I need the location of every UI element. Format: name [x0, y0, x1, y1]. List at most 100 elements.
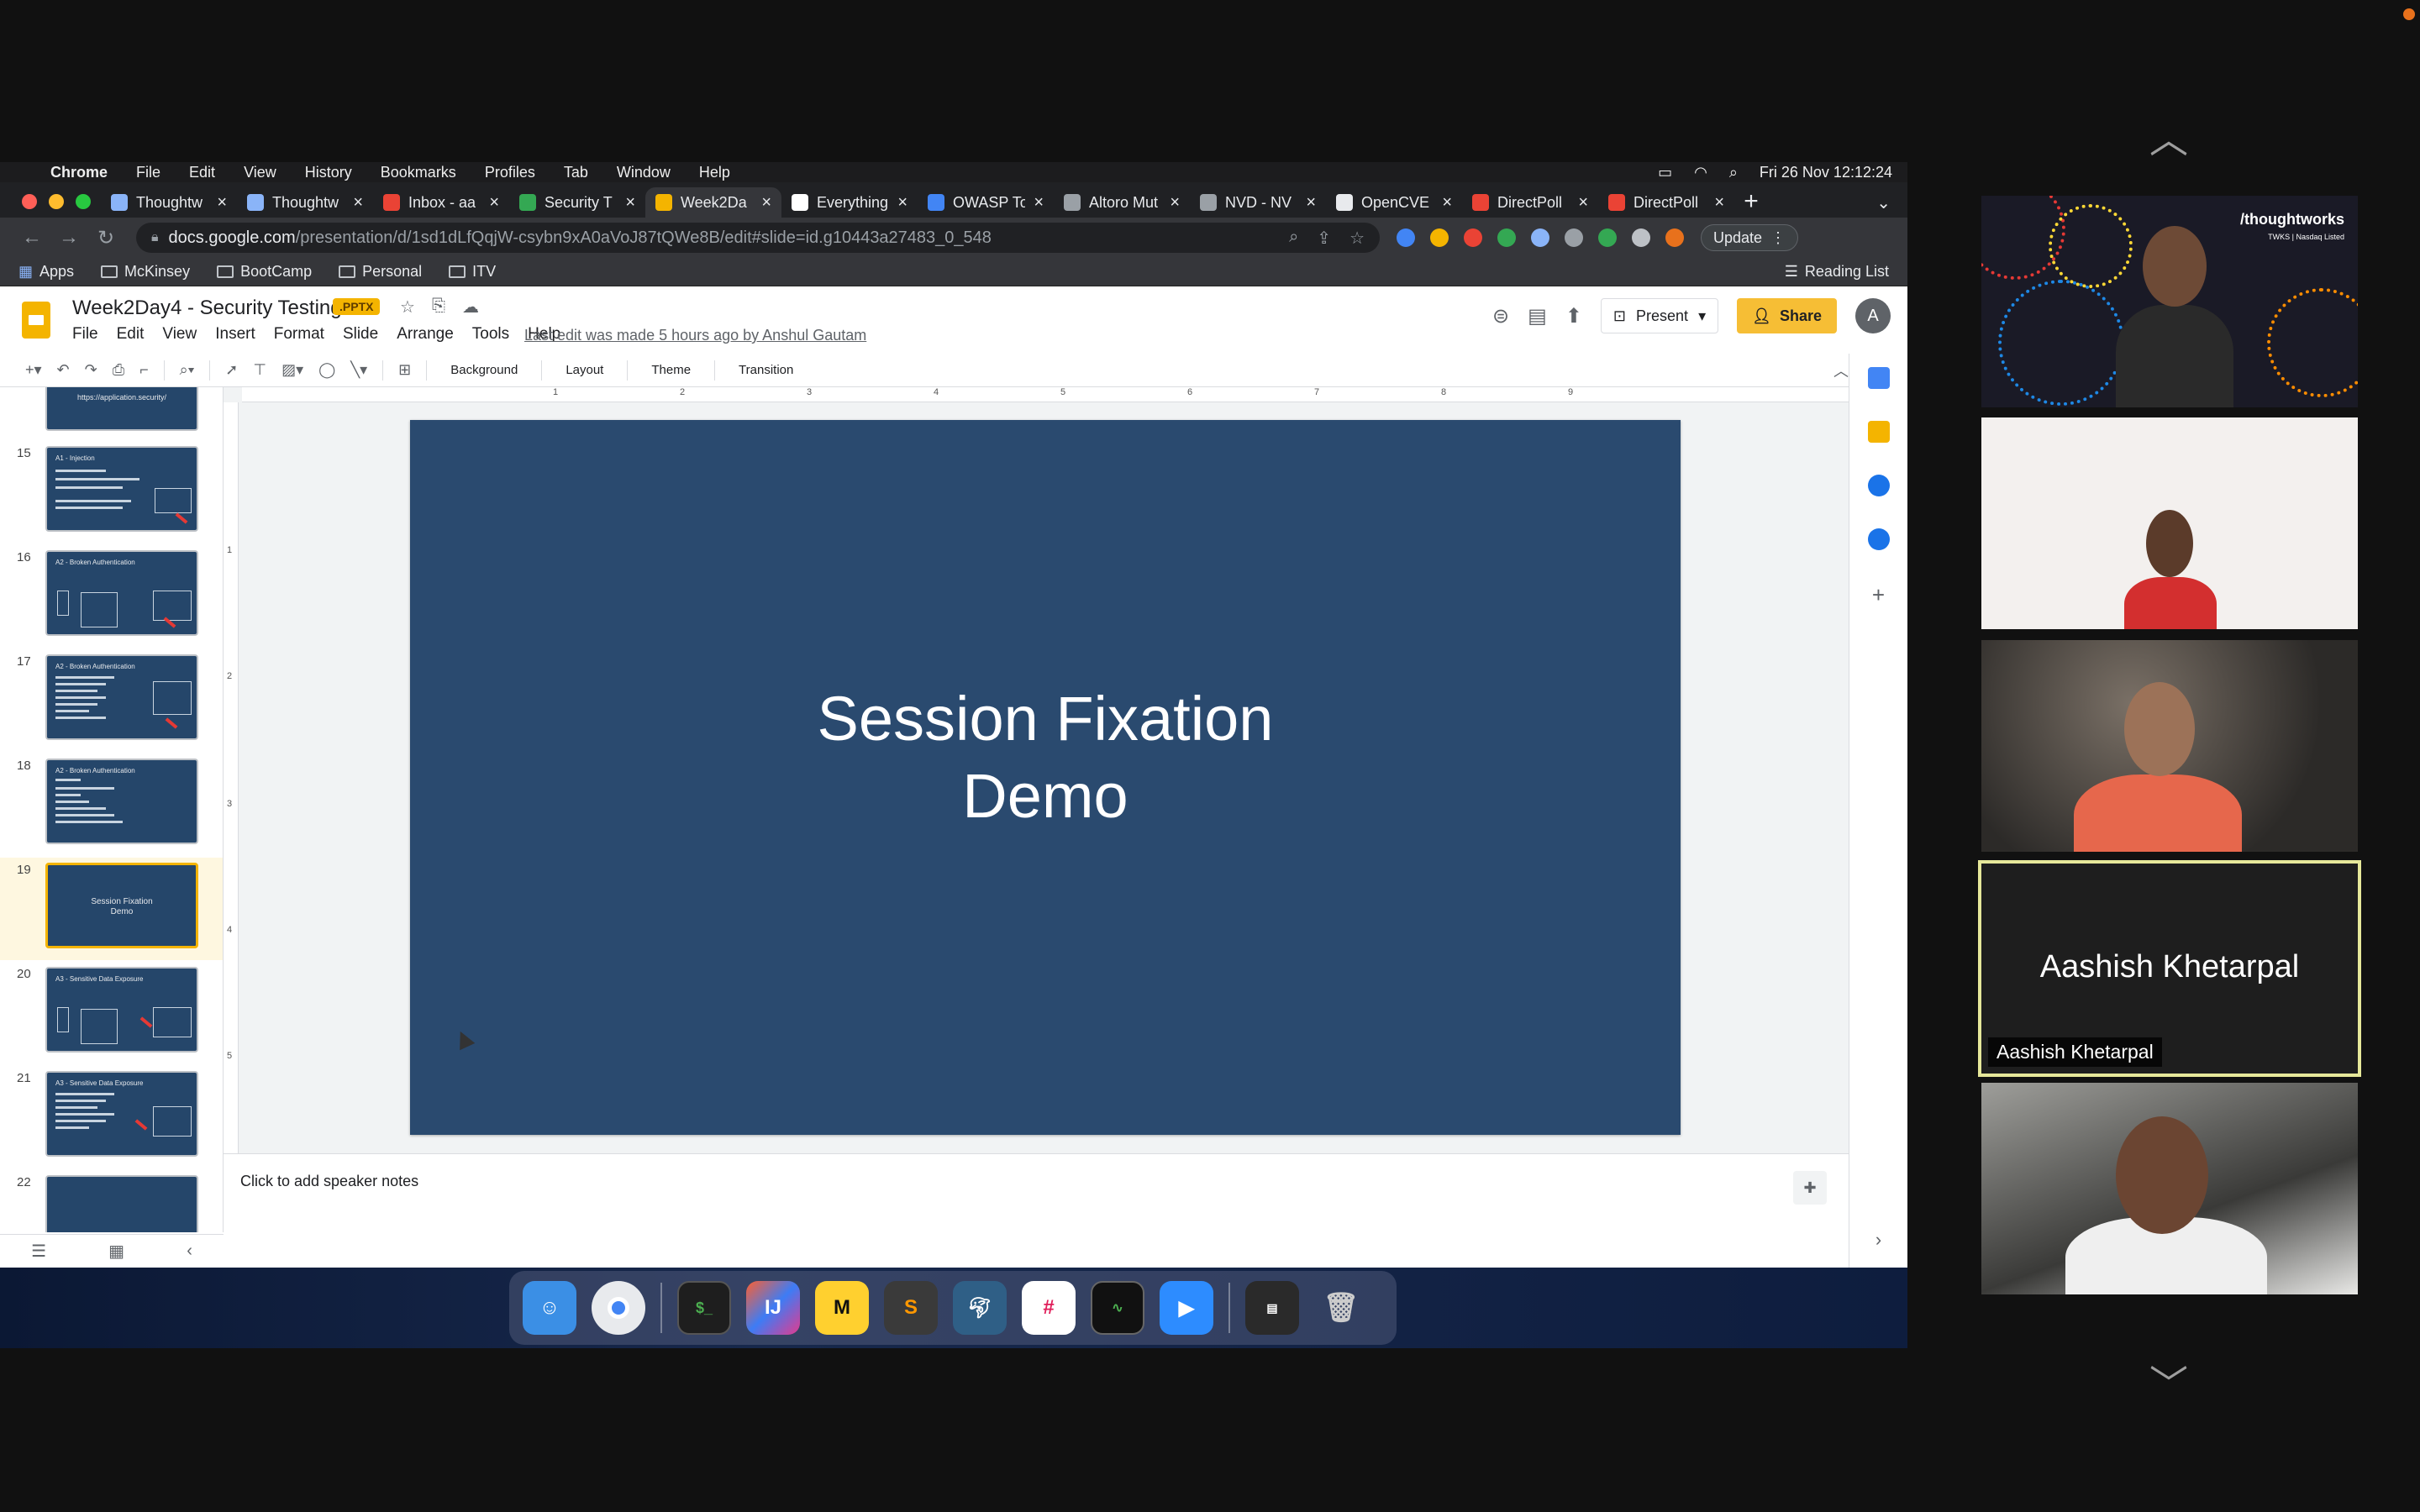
screenshot-stack-icon[interactable]: ▤ [1245, 1281, 1299, 1335]
menu-tab[interactable]: Tab [564, 164, 588, 181]
bookmark-folder[interactable]: ITV [449, 263, 496, 281]
bookmark-folder[interactable]: Personal [339, 263, 422, 281]
back-button[interactable]: ← [13, 226, 50, 249]
profile-avatar[interactable] [1665, 228, 1684, 247]
close-tab-icon[interactable]: × [761, 193, 771, 213]
transition-button[interactable]: Transition [730, 363, 802, 377]
browser-tab[interactable]: NVD - NV × [1190, 187, 1326, 218]
tab-search-icon[interactable]: ⌄ [1876, 192, 1891, 213]
filmstrip-item[interactable]: 20 A3 - Sensitive Data Exposure [0, 967, 223, 1059]
zoom-icon[interactable]: ⌕▾ [180, 361, 195, 379]
slack-icon[interactable]: # [1022, 1281, 1076, 1335]
contacts-icon[interactable] [1867, 528, 1890, 550]
bookmark-folder[interactable]: BootCamp [217, 263, 312, 281]
tasks-icon[interactable] [1867, 475, 1890, 496]
move-folder-icon[interactable]: ⎘ [432, 297, 445, 318]
browser-tab[interactable]: OWASP To × [918, 187, 1054, 218]
menu-app-name[interactable]: Chrome [50, 164, 108, 181]
browser-tab[interactable]: Security T × [509, 187, 645, 218]
filmstrip-view-icon[interactable]: ☰ [31, 1241, 46, 1262]
meet-present-icon[interactable]: ⬆ [1565, 304, 1582, 328]
participant-video-tile[interactable] [1981, 640, 2358, 852]
gallery-up-chevron-icon[interactable]: ︿ [2139, 109, 2198, 165]
current-slide[interactable]: Session Fixation Demo [410, 420, 1681, 1135]
explore-icon[interactable]: ✚ [1793, 1171, 1827, 1205]
filmstrip-item[interactable]: 21 A3 - Sensitive Data Exposure [0, 1071, 223, 1163]
extension-icon[interactable] [1497, 228, 1516, 247]
bookmark-folder[interactable]: McKinsey [101, 263, 190, 281]
filmstrip-item[interactable]: 16 A2 - Broken Authentication [0, 550, 223, 643]
clock[interactable]: Fri 26 Nov 12:12:24 [1760, 164, 1892, 181]
browser-tab[interactable]: Thoughtw × [237, 187, 373, 218]
doc-menu-view[interactable]: View [162, 325, 197, 344]
close-tab-icon[interactable]: × [1034, 193, 1044, 213]
last-edit-link[interactable]: Last edit was made 5 hours ago by Anshul… [524, 327, 866, 344]
slide-thumbnail[interactable]: A2 - Broken Authentication [45, 759, 198, 844]
background-button[interactable]: Background [442, 363, 526, 377]
menu-view[interactable]: View [244, 164, 276, 181]
menu-bookmarks[interactable]: Bookmarks [381, 164, 456, 181]
share-icon[interactable]: ⇪ [1317, 228, 1331, 249]
update-button[interactable]: Update ⋮ [1701, 224, 1799, 251]
sublime-icon[interactable]: S [884, 1281, 938, 1335]
share-button[interactable]: 👤︎ Share [1737, 298, 1837, 333]
document-title[interactable]: Week2Day4 - Security Testing [72, 297, 342, 320]
collapse-toolbar-icon[interactable]: ︿ [1833, 360, 1849, 381]
image-icon[interactable]: ▨▾ [281, 361, 303, 379]
wifi-icon[interactable]: ◠ [1694, 164, 1707, 181]
reload-button[interactable]: ↻ [87, 226, 124, 250]
close-tab-icon[interactable]: × [897, 193, 908, 213]
trash-icon[interactable]: 🗑︎ [1314, 1281, 1368, 1335]
layout-button[interactable]: Layout [557, 363, 612, 377]
shape-icon[interactable]: ◯ [318, 361, 335, 379]
slide-thumbnail[interactable] [45, 1175, 198, 1232]
close-tab-icon[interactable]: × [1170, 193, 1180, 213]
menu-edit[interactable]: Edit [189, 164, 215, 181]
close-window-icon[interactable] [22, 194, 37, 209]
extension-icon[interactable] [1531, 228, 1549, 247]
puzzle-icon[interactable] [1632, 228, 1650, 247]
menu-file[interactable]: File [136, 164, 160, 181]
star-icon[interactable]: ☆ [400, 297, 415, 318]
zoom-icon[interactable]: ⌕ [1289, 228, 1298, 249]
gallery-down-chevron-icon[interactable]: ﹀ [2139, 1354, 2198, 1410]
filmstrip-item-selected[interactable]: 19 Session Fixation Demo [0, 863, 223, 955]
paint-format-icon[interactable]: ⌐ [139, 361, 149, 379]
doc-menu-edit[interactable]: Edit [117, 325, 145, 344]
undo-icon[interactable]: ↶ [57, 361, 70, 379]
zoom-icon[interactable]: ▶ [1160, 1281, 1213, 1335]
bookmark-apps[interactable]: ▦ Apps [18, 263, 74, 281]
active-speaker-tile[interactable]: Aashish Khetarpal Aashish Khetarpal [1978, 860, 2361, 1077]
line-icon[interactable]: ╲▾ [350, 361, 367, 379]
new-slide-icon[interactable]: +▾ [25, 361, 42, 379]
calendar-icon[interactable] [1867, 367, 1890, 389]
present-button[interactable]: ⊡ Present ▾ [1600, 298, 1719, 333]
extension-icon[interactable] [1397, 228, 1415, 247]
print-icon[interactable]: ⎙ [113, 361, 124, 379]
speaker-notes-input[interactable]: Click to add speaker notes [240, 1173, 418, 1190]
close-tab-icon[interactable]: × [1442, 193, 1452, 213]
slide-thumbnail[interactable]: A2 - Broken Authentication [45, 654, 198, 740]
slide-thumbnail[interactable]: A1 - Injection [45, 446, 198, 532]
browser-tab[interactable]: DirectPoll × [1598, 187, 1734, 218]
browser-tab[interactable]: Everything × [781, 187, 918, 218]
extension-icon[interactable] [1598, 228, 1617, 247]
doc-menu-arrange[interactable]: Arrange [397, 325, 454, 344]
doc-menu-file[interactable]: File [72, 325, 98, 344]
slide-thumbnail[interactable]: https://application.security/ [45, 387, 198, 431]
chrome-icon[interactable] [592, 1281, 645, 1335]
forward-button[interactable]: → [50, 226, 87, 249]
grid-view-icon[interactable]: ▦ [108, 1241, 124, 1262]
keep-icon[interactable] [1867, 421, 1890, 443]
bookmark-star-icon[interactable]: ☆ [1349, 228, 1365, 249]
browser-tab[interactable]: Thoughtw × [101, 187, 237, 218]
cloud-status-icon[interactable]: ☁ [462, 297, 479, 318]
close-tab-icon[interactable]: × [353, 193, 363, 213]
battery-icon[interactable]: ▭ [1658, 164, 1672, 181]
comment-icon[interactable]: ⊞ [398, 361, 411, 379]
theme-button[interactable]: Theme [643, 363, 699, 377]
activity-icon[interactable]: ⊜ [1492, 304, 1509, 328]
participant-video-tile[interactable] [1981, 1083, 2358, 1294]
participant-video-tile[interactable] [1981, 417, 2358, 629]
doc-menu-slide[interactable]: Slide [343, 325, 378, 344]
